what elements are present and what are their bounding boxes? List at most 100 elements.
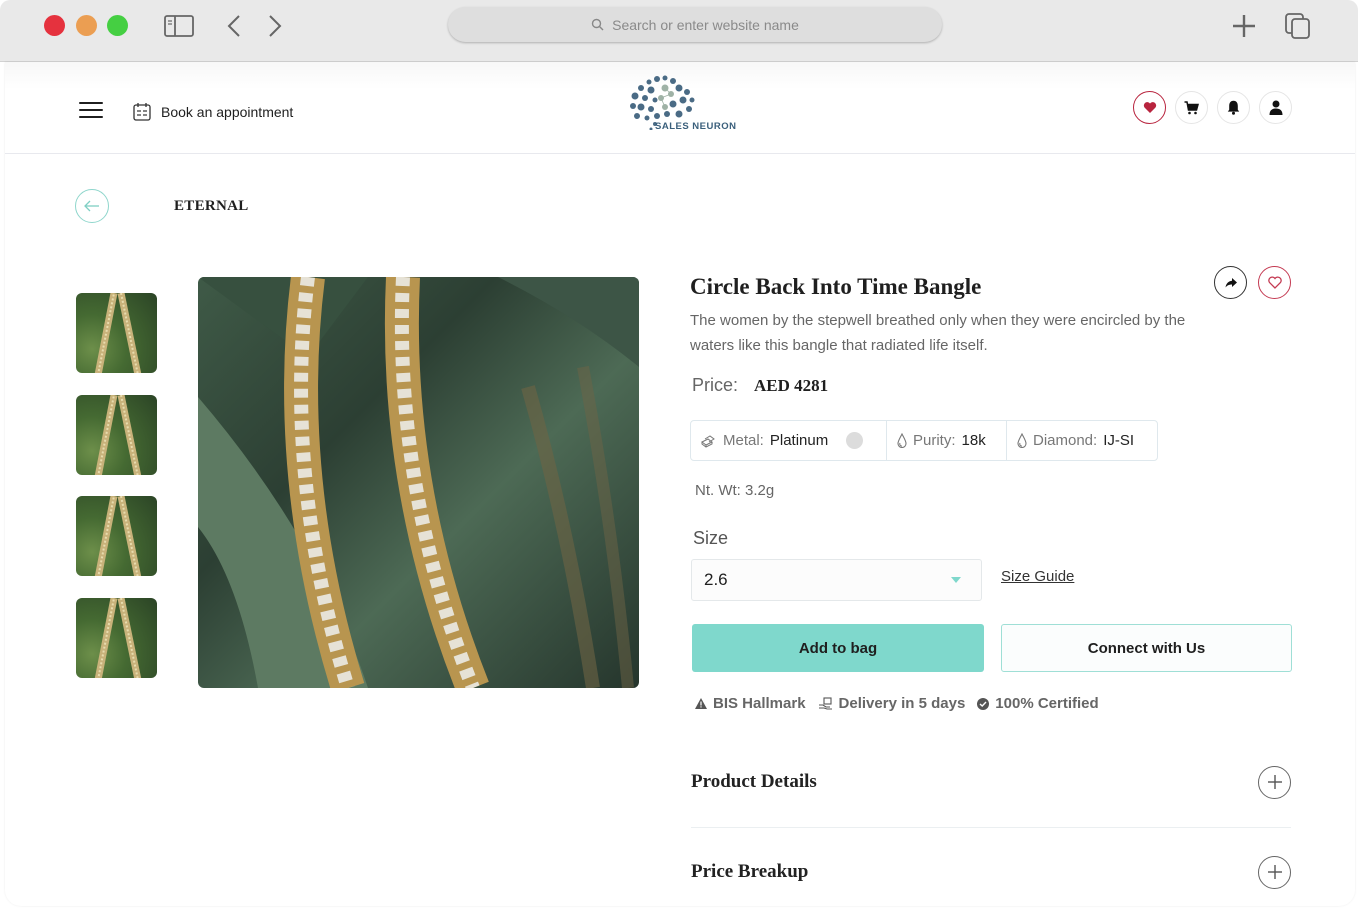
- share-arrow-icon: [1225, 277, 1237, 287]
- size-selected-value: 2.6: [704, 570, 728, 589]
- minimize-window-button[interactable]: [76, 15, 97, 36]
- price-row: Price: AED 4281: [692, 375, 828, 396]
- sidebar-icon: [164, 15, 194, 37]
- spec-diamond-value: IJ-SI: [1103, 432, 1135, 449]
- badge-hallmark: BIS Hallmark: [695, 695, 806, 712]
- chevron-left-icon: [227, 15, 240, 37]
- size-guide-link[interactable]: Size Guide: [1001, 568, 1074, 585]
- new-tab-button[interactable]: [1230, 12, 1258, 40]
- spec-diamond-label: Diamond:: [1033, 432, 1098, 449]
- drop-icon: [897, 433, 907, 448]
- product-title: Circle Back Into Time Bangle: [690, 274, 982, 299]
- metal-color-swatch: [846, 432, 864, 449]
- accordion-divider: [691, 827, 1291, 828]
- accordion-title: Product Details: [691, 771, 817, 792]
- product-main-image[interactable]: [198, 277, 639, 688]
- accordion-product-details[interactable]: Product Details: [691, 752, 1291, 812]
- badge-hallmark-label: BIS Hallmark: [713, 695, 806, 712]
- notifications-button[interactable]: [1217, 91, 1250, 124]
- heart-icon: [1143, 102, 1156, 113]
- spec-metal-label: Metal:: [723, 432, 764, 449]
- spec-purity-label: Purity:: [913, 432, 956, 449]
- logo-text: SALES NEURON: [655, 121, 737, 132]
- metal-bars-icon: [701, 434, 715, 448]
- expand-button[interactable]: [1258, 855, 1291, 889]
- search-icon: [591, 18, 604, 31]
- hamburger-menu-button[interactable]: [79, 102, 103, 120]
- product-description: The women by the stepwell breathed only …: [690, 312, 1186, 354]
- tabs-overview-icon: [1285, 13, 1310, 39]
- close-window-button[interactable]: [44, 15, 65, 36]
- bangle-thumbnail-image: [94, 598, 142, 678]
- spec-purity: Purity: 18k: [887, 421, 1007, 460]
- browser-toolbar: Search or enter website name: [0, 0, 1358, 62]
- sales-neuron-logo[interactable]: SALES NEURON: [627, 74, 737, 132]
- price-label: Price:: [692, 375, 739, 395]
- accordion-title: Price Breakup: [691, 861, 809, 882]
- product-specs: Metal: Platinum Purity: 18k Diamond: IJ-…: [690, 420, 1158, 461]
- warning-triangle-icon: [695, 698, 707, 709]
- user-icon: [1269, 100, 1282, 115]
- calendar-icon: [133, 103, 151, 121]
- bangle-thumbnail-image: [94, 293, 142, 373]
- address-placeholder: Search or enter website name: [612, 16, 799, 33]
- badge-certified-label: 100% Certified: [995, 695, 1099, 712]
- header-actions: [1133, 91, 1292, 124]
- accordion-price-breakup[interactable]: Price Breakup: [691, 842, 1291, 902]
- assurance-badges: BIS Hallmark Delivery in 5 days 100% Cer…: [695, 695, 1099, 712]
- spec-metal: Metal: Platinum: [691, 421, 887, 460]
- menu-line: [79, 102, 103, 104]
- share-button[interactable]: [1214, 266, 1247, 299]
- bell-icon: [1227, 100, 1240, 115]
- arrow-left-icon: [84, 200, 99, 212]
- spec-metal-value: Platinum: [769, 432, 829, 449]
- wishlist-button[interactable]: [1133, 91, 1166, 124]
- product-thumbnail[interactable]: [76, 293, 157, 373]
- collection-title: ETERNAL: [174, 198, 249, 214]
- bangle-photo: [198, 277, 639, 688]
- size-label: Size: [693, 528, 729, 548]
- drop-icon: [1017, 433, 1027, 448]
- browser-back-button[interactable]: [224, 12, 244, 40]
- badge-delivery: Delivery in 5 days: [818, 695, 966, 712]
- product-thumbnail[interactable]: [76, 395, 157, 475]
- web-page: Book an appointment SALES NEURON ETERNAL…: [5, 62, 1355, 906]
- maximize-window-button[interactable]: [107, 15, 128, 36]
- net-weight: Nt. Wt: 3.2g: [695, 482, 775, 499]
- caret-down-icon: [951, 577, 961, 583]
- check-circle-icon: [977, 697, 990, 710]
- plus-icon: [1267, 865, 1282, 879]
- badge-delivery-label: Delivery in 5 days: [838, 695, 966, 712]
- browser-forward-button[interactable]: [265, 12, 285, 40]
- account-button[interactable]: [1259, 91, 1292, 124]
- product-thumbnail[interactable]: [76, 598, 157, 678]
- delivery-hand-icon: [818, 697, 832, 710]
- heart-outline-icon: [1267, 276, 1282, 289]
- expand-button[interactable]: [1258, 765, 1291, 799]
- add-to-wishlist-button[interactable]: [1258, 266, 1291, 299]
- address-bar[interactable]: Search or enter website name: [448, 7, 942, 42]
- site-header: Book an appointment SALES NEURON: [5, 62, 1355, 154]
- add-to-bag-button[interactable]: Add to bag: [692, 624, 984, 672]
- badge-certified: 100% Certified: [977, 695, 1099, 712]
- sidebar-toggle-button[interactable]: [164, 12, 194, 40]
- back-button[interactable]: [75, 189, 109, 223]
- cart-button[interactable]: [1175, 91, 1208, 124]
- spec-diamond: Diamond: IJ-SI: [1007, 421, 1157, 460]
- book-appointment-link[interactable]: Book an appointment: [133, 102, 293, 121]
- menu-line: [79, 116, 103, 118]
- bangle-thumbnail-image: [94, 395, 142, 475]
- product-thumbnail[interactable]: [76, 496, 157, 576]
- chevron-right-icon: [269, 15, 282, 37]
- menu-line: [79, 109, 103, 111]
- book-appointment-label: Book an appointment: [161, 103, 294, 120]
- connect-with-us-button[interactable]: Connect with Us: [1001, 624, 1292, 672]
- spec-purity-value: 18k: [961, 432, 986, 449]
- show-tabs-button[interactable]: [1284, 12, 1312, 40]
- cart-icon: [1184, 100, 1199, 114]
- plus-icon: [1267, 775, 1282, 789]
- plus-icon: [1233, 15, 1255, 37]
- price-value: AED 4281: [754, 376, 829, 395]
- size-select[interactable]: 2.6: [691, 559, 982, 601]
- bangle-thumbnail-image: [94, 496, 142, 576]
